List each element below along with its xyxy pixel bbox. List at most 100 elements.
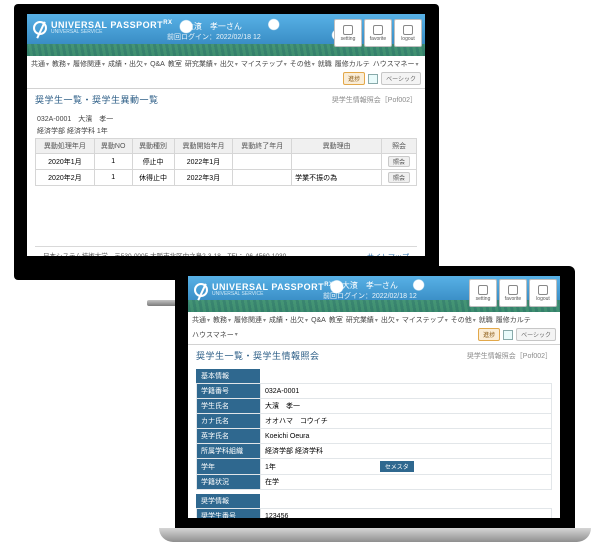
- logout-icon: [403, 25, 413, 35]
- cell: 停止中: [132, 154, 174, 170]
- laptop-bezel: UNIVERSAL PASSPORTRX UNIVERSAL SERVICE 大…: [175, 266, 575, 528]
- home-icon[interactable]: [503, 330, 513, 340]
- page-bar: 奨学生一覧・奨学生情報照会 奨学生情報照会［Pof002］: [188, 345, 560, 366]
- menu-item[interactable]: その他▾: [451, 315, 476, 325]
- page-code: 奨学生情報照会［Pof002］: [467, 351, 552, 361]
- col-header: 異動NO: [94, 139, 132, 154]
- field-value: オオハマ コウイチ: [261, 414, 552, 429]
- menu-item[interactable]: 教室: [168, 59, 182, 69]
- col-header: 照会: [382, 139, 417, 154]
- chevron-down-icon: ▾: [46, 61, 49, 68]
- inquiry-button[interactable]: 照会: [388, 156, 410, 167]
- cell: [292, 154, 382, 170]
- menu-item[interactable]: 就職: [479, 315, 493, 325]
- cell: 2022年3月: [174, 170, 233, 186]
- student-dept-line: 経済学部 経済学科 1年: [37, 126, 417, 136]
- scholarship-info-table: 奨学生番号123456 奨学金名称育英奨学金 採用年度 2021年給付学期1学期…: [196, 508, 552, 518]
- menu-item[interactable]: マイステップ▾: [402, 315, 448, 325]
- inquiry-button[interactable]: 照会: [388, 172, 410, 183]
- gear-icon: [478, 285, 488, 295]
- menu-item[interactable]: 就職: [318, 59, 332, 69]
- chevron-down-icon: ▾: [144, 61, 147, 68]
- monitor-screen-content: UNIVERSAL PASSPORTRX UNIVERSAL SERVICE 大…: [27, 14, 425, 256]
- chevron-down-icon: ▾: [67, 61, 70, 68]
- brand-logo-icon: [33, 21, 47, 35]
- menu-item[interactable]: ハウスマネー▾: [373, 59, 419, 69]
- field-value: 経済学部 経済学科: [261, 444, 552, 459]
- inline-tag: セメスタ: [380, 461, 414, 472]
- main-menu: 共通▾ 教務▾ 履修関連▾ 成績・出欠▾ Q&A 教室 研究業績▾ 出欠▾ マイ…: [188, 312, 560, 345]
- menu-item[interactable]: 成績・出欠▾: [269, 315, 308, 325]
- cell: 学業不振の為: [292, 170, 382, 186]
- logout-button[interactable]: logout: [394, 19, 422, 47]
- field-label: 英字氏名: [197, 429, 261, 444]
- col-header: 異動種別: [132, 139, 174, 154]
- setting-button[interactable]: setting: [334, 19, 362, 47]
- progress-chip[interactable]: 進捗: [478, 328, 500, 341]
- menu-item[interactable]: 履修関連▾: [234, 315, 266, 325]
- menu-item[interactable]: Q&A: [311, 317, 326, 324]
- menu-item[interactable]: 教務▾: [52, 59, 70, 69]
- main-menu: 共通▾ 教務▾ 履修関連▾ 成績・出欠▾ Q&A 教室 研究業績▾ 出欠▾ マイ…: [27, 56, 425, 89]
- section-scholarship-head: 奨学情報: [196, 494, 260, 508]
- page-title: 奨学生一覧・奨学生異動一覧: [35, 93, 159, 106]
- mode-pill[interactable]: ベーシック: [381, 72, 421, 85]
- favorite-button[interactable]: favorite: [499, 279, 527, 307]
- cell: 休得止中: [132, 170, 174, 186]
- content-area: 032A-0001 大濱 孝一 経済学部 経済学科 1年 異動処理年月 異動NO…: [27, 110, 425, 256]
- field-value: 123456: [261, 509, 552, 519]
- cell: [233, 154, 292, 170]
- mode-pill[interactable]: ベーシック: [516, 328, 556, 341]
- table-header-row: 異動処理年月 異動NO 異動種別 異動開始年月 異動終了年月 異動理由 照会: [36, 139, 417, 154]
- basic-info-table: 学籍番号032A-0001 学生氏名大濱 孝一 カナ氏名オオハマ コウイチ 英字…: [196, 383, 552, 490]
- brand-logo-icon: [194, 283, 208, 297]
- field-value: Koeichi Oeura: [261, 429, 552, 444]
- menu-item[interactable]: 成績・出欠▾: [108, 59, 147, 69]
- student-id-line: 032A-0001 大濱 孝一: [37, 114, 417, 124]
- gear-icon: [343, 25, 353, 35]
- user-name: 大濱 孝一さん: [323, 280, 417, 291]
- field-label: 所属学科組織: [197, 444, 261, 459]
- chevron-down-icon: ▾: [214, 61, 217, 68]
- monitor-bezel: UNIVERSAL PASSPORTRX UNIVERSAL SERVICE 大…: [14, 4, 439, 280]
- menu-item[interactable]: 共通▾: [31, 59, 49, 69]
- home-icon[interactable]: [368, 74, 378, 84]
- field-value: 大濱 孝一: [261, 399, 552, 414]
- menu-item[interactable]: 研究業績▾: [346, 315, 378, 325]
- menu-item[interactable]: 共通▾: [192, 315, 210, 325]
- setting-button[interactable]: setting: [469, 279, 497, 307]
- menu-item[interactable]: 研究業績▾: [185, 59, 217, 69]
- menu-item[interactable]: 履修関連▾: [73, 59, 105, 69]
- col-header: 異動開始年月: [174, 139, 233, 154]
- menu-item[interactable]: 履修カルテ: [496, 315, 531, 325]
- cell: 2020年2月: [36, 170, 95, 186]
- menu-item[interactable]: ハウスマネー▾: [192, 330, 238, 340]
- menu-item[interactable]: 教務▾: [213, 315, 231, 325]
- field-label: 学生氏名: [197, 399, 261, 414]
- field-label: 学年: [197, 459, 261, 475]
- user-block: 大濱 孝一さん 前回ログイン：2022/02/18 12: [323, 280, 417, 301]
- page-code: 奨学生情報照会［Pof002］: [332, 95, 417, 105]
- cell: 照会: [382, 154, 417, 170]
- chevron-down-icon: ▾: [416, 61, 419, 68]
- favorite-button[interactable]: favorite: [364, 19, 392, 47]
- banner-buttons: setting favorite logout: [334, 19, 422, 47]
- app-banner: UNIVERSAL PASSPORTRX UNIVERSAL SERVICE 大…: [188, 276, 560, 312]
- chevron-down-icon: ▾: [102, 61, 105, 68]
- progress-chip[interactable]: 進捗: [343, 72, 365, 85]
- star-icon: [373, 25, 383, 35]
- laptop-base: [159, 528, 591, 542]
- menu-item[interactable]: Q&A: [150, 61, 165, 68]
- sitemap-link[interactable]: サイトマップ: [367, 252, 409, 256]
- menu-item[interactable]: 履修カルテ: [335, 59, 370, 69]
- menu-item[interactable]: 出欠▾: [220, 59, 238, 69]
- menu-item[interactable]: 出欠▾: [381, 315, 399, 325]
- cell: 照会: [382, 170, 417, 186]
- page-title: 奨学生一覧・奨学生情報照会: [196, 349, 320, 362]
- menu-item[interactable]: その他▾: [290, 59, 315, 69]
- footer-text: 日本システム技術大学 〒530-0005 大阪市北区中之島2-3-18 TEL：…: [43, 252, 286, 256]
- col-header: 異動終了年月: [233, 139, 292, 154]
- menu-item[interactable]: 教室: [329, 315, 343, 325]
- logout-button[interactable]: logout: [529, 279, 557, 307]
- menu-item[interactable]: マイステップ▾: [241, 59, 287, 69]
